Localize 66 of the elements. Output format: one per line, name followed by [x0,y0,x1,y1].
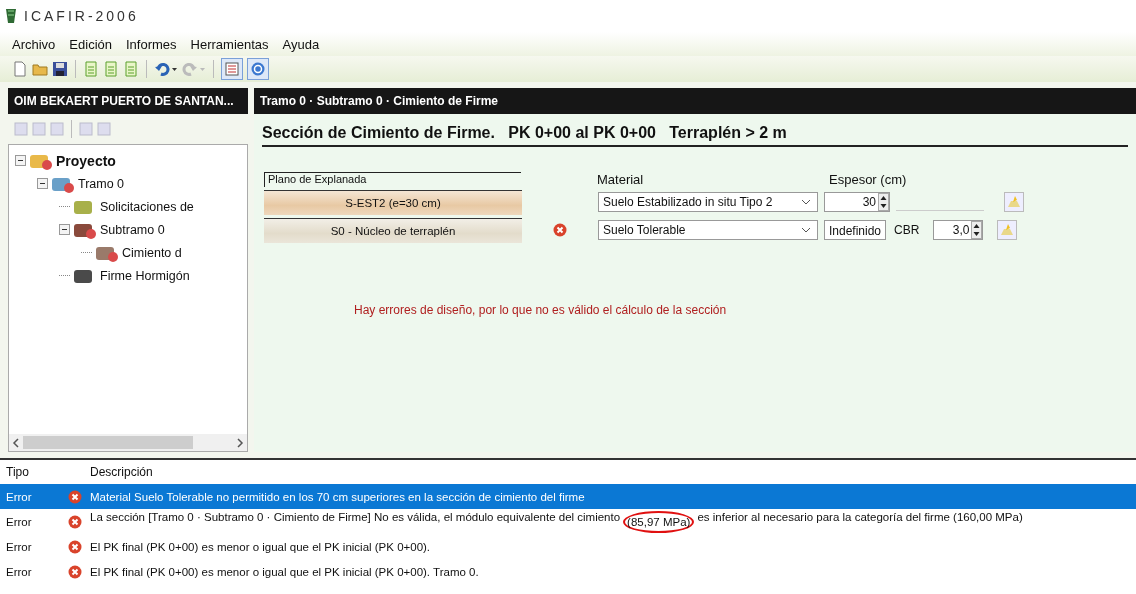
message-row[interactable]: Error El PK final (PK 0+00) es menor o igual que el PK inicial (PK 0+00). [0,534,1136,559]
cbr-label: CBR [894,223,920,237]
table-cell-text: Error [5,490,33,503]
document-icon[interactable] [103,61,119,77]
menu-item[interactable]: Herramientas [190,36,269,52]
horizontal-scrollbar[interactable] [9,434,247,451]
table-cell-text: Error [5,565,33,578]
error-icon [553,223,567,237]
message-row[interactable]: Error El PK final (PK 0+00) es menor o igual que el PK inicial (PK 0+00). Tramo 0. [0,559,1136,584]
edit-button[interactable] [1004,192,1024,212]
message-row[interactable]: Error La sección [Tramo 0 · Subtramo 0 · Cimiento de Firme] No es válida, el módulo equivalente del cimiento (85,97 MPa) es inferior al necesario para la categoría del firme (160,00 MPa) [0,509,1136,534]
layer-bar[interactable]: S0 - Núcleo de terraplén [264,217,522,243]
list-icon[interactable] [221,58,243,80]
pencil-icon [1007,195,1021,209]
collapse-toggle[interactable] [15,155,26,166]
description-text: La sección [Tramo 0 · Subtramo 0 · Cimiento de Firme] No es válida, el módulo equivalente del cimiento [90,510,621,525]
help-icon[interactable] [247,58,269,80]
menu-item[interactable]: Archivo [12,36,56,52]
error-icon [68,489,82,504]
tree-item[interactable]: Cimiento d [122,245,182,260]
tree-item[interactable]: Solicitaciones de [100,199,194,214]
error-icon [68,539,82,554]
window-title: ICAFIR-2006 [24,8,139,24]
thickness-field: Indefinido [824,220,887,240]
material-dropdown[interactable]: Suelo Estabilizado in situ Tipo 2 [598,192,818,212]
table-cell-text: Error [5,515,33,528]
tree-item[interactable]: Proyecto [56,152,116,169]
collapse-toggle[interactable] [59,224,70,235]
description-text: El PK final (PK 0+00) es menor o igual que el PK inicial (PK 0+00). Tramo 0. [90,565,479,578]
tree-item[interactable]: Firme Hormigón [100,268,190,283]
description-text: Material Suelo Tolerable no permitido en los 70 cm superiores en la sección de cimiento del firme [90,490,585,503]
menu-item[interactable]: Informes [126,36,177,52]
column-label: Espesor (cm) [829,172,907,187]
column-header[interactable]: Tipo [0,465,60,479]
cbr-spinner[interactable]: 3,0 [933,220,984,240]
tree-item[interactable]: Tramo 0 [78,176,125,191]
menu-item[interactable]: Edición [69,36,112,52]
column-label: Material [597,172,645,187]
chevron-down-icon [801,227,811,233]
description-text: El PK final (PK 0+00) es menor o igual que el PK inicial (PK 0+00). [90,540,431,553]
circled-text: (85,97 MPa) [623,510,695,533]
column-header[interactable]: Descripción [90,465,153,479]
new-file-icon[interactable] [12,61,28,77]
breadcrumb: Tramo 0 · Subtramo 0 · Cimiento de Firme [254,88,1136,114]
table-cell-text: Error [5,540,33,553]
thickness-spinner[interactable]: 30 [824,192,890,212]
tree-item[interactable]: Subtramo 0 [100,222,165,237]
document-icon[interactable] [123,61,139,77]
message-row[interactable]: Error Material Suelo Tolerable no permitido en los 70 cm superiores en la sección de cimiento del firme [0,484,1136,509]
section-heading: Sección de Cimiento de Firme. PK 0+00 al PK 0+00 Terraplén > 2 m [262,124,1128,147]
error-icon [68,514,82,529]
menu-item[interactable]: Ayuda [282,36,320,52]
chevron-down-icon [801,199,811,205]
description-text: es inferior al necesario para la categoría del firme (160,00 MPa) [697,510,1023,525]
material-dropdown[interactable]: Suelo Tolerable [598,220,818,240]
design-error-message: Hay errores de diseño, por lo que no es válido el cálculo de la sección [354,303,728,317]
error-icon [68,564,82,579]
document-icon[interactable] [83,61,99,77]
edit-button[interactable] [997,220,1018,240]
layer-bar[interactable]: S-EST2 (e=30 cm) [264,189,522,215]
pencil-icon [1000,223,1015,237]
save-icon[interactable] [52,61,68,77]
collapse-toggle[interactable] [37,178,48,189]
project-header: OIM BEKAERT PUERTO DE SANTAN... [8,88,248,114]
group-label: Plano de Explanada [264,172,521,187]
undo-icon[interactable] [154,61,178,77]
